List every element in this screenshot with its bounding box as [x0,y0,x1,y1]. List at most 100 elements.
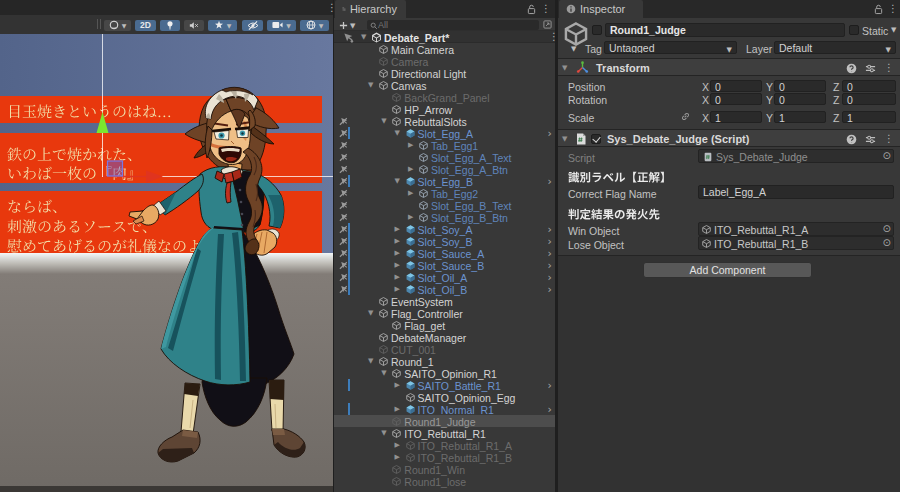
gizmos-button[interactable]: ▼ [300,20,329,32]
hierarchy-row-Slot_Egg_A_Text[interactable]: Slot_Egg_A_Text [334,151,556,163]
hierarchy-row-Flag_get[interactable]: Flag_get [334,319,556,331]
lock-icon[interactable] [527,4,536,15]
hierarchy-row-Round1_lose[interactable]: Round1_lose [334,475,556,487]
create-dropdown-arrow-icon[interactable]: ▼ [350,22,355,30]
prefab-open-chevron-icon[interactable]: › [548,272,552,283]
foldout-icon[interactable]: ▶ [408,142,413,149]
hierarchy-row-Slot_Egg_A[interactable]: ▼Slot_Egg_A› [334,127,556,139]
static-checkbox[interactable] [849,25,859,35]
prefab-open-chevron-icon[interactable]: › [548,128,552,139]
help-icon[interactable] [846,63,857,74]
add-component-button[interactable]: Add Component [643,262,812,278]
audio-mute-button[interactable] [184,20,204,32]
prefab-open-chevron-icon[interactable]: › [548,260,552,271]
foldout-icon[interactable]: ▶ [395,274,400,281]
foldout-icon[interactable]: ▼ [381,118,386,125]
transform-foldout-icon[interactable]: ▼ [562,65,567,72]
hierarchy-row-Slot_Egg_B_Btn[interactable]: ▶Slot_Egg_B_Btn [334,211,556,223]
hierarchy-row-CUT_001[interactable]: CUT_001 [334,343,556,355]
hierarchy-row-SAITO_Opinion_Egg[interactable]: SAITO_Opinion_Egg [334,391,556,403]
foldout-icon[interactable]: ▼ [395,178,400,185]
lose-object-field[interactable]: ITO_Rebuttal_R1_B ⊙ [698,236,894,250]
scale-y-field[interactable]: 1 [774,111,826,123]
active-checkbox[interactable] [592,25,602,35]
scale-link-icon[interactable] [680,111,691,122]
scene-viewport[interactable]: 目玉焼きというのはね... 鉄の上で焼かれた、 いわば一枚の『肉』 ならば、 刺… [0,34,334,492]
pick-disabled-icon[interactable] [339,249,348,258]
transform-header[interactable]: ▼ Transform ⋮ [558,58,900,76]
hierarchy-row-Slot_Oil_A[interactable]: ▶Slot_Oil_A› [334,271,556,283]
hierarchy-row-Canvas[interactable]: ▼Canvas [334,79,556,91]
hierarchy-row-HP_Arrow[interactable]: HP_Arrow [334,103,556,115]
layer-dropdown[interactable]: Default ▼ [774,41,896,54]
prefab-open-chevron-icon[interactable]: › [548,176,552,187]
hierarchy-row-Main Camera[interactable]: Main Camera [334,43,556,55]
foldout-icon[interactable]: ▼ [381,370,386,377]
foldout-icon[interactable]: ▼ [381,430,386,437]
script-enabled-checkbox[interactable] [591,134,601,144]
foldout-icon[interactable]: ▼ [368,310,373,317]
prefab-open-chevron-icon[interactable]: › [548,284,552,295]
hierarchy-scene-row[interactable]: ▼ Debate_Part* ⋮ [334,31,556,43]
hierarchy-row-SAITO_Opinion_R1[interactable]: ▼SAITO_Opinion_R1 [334,367,556,379]
object-picker-icon[interactable]: ⊙ [883,150,891,161]
hierarchy-row-Directional Light[interactable]: Directional Light [334,67,556,79]
prefab-open-chevron-icon[interactable]: › [548,248,552,259]
scene-lighting-button[interactable] [160,20,180,32]
pick-disabled-icon[interactable] [339,261,348,270]
hierarchy-row-SAITO_Battle_R1[interactable]: ▶SAITO_Battle_R1› [334,379,556,391]
tab-hierarchy[interactable]: Hierarchy [335,0,406,18]
hierarchy-row-Tab_Egg1[interactable]: ▶Tab_Egg1 [334,139,556,151]
rotation-z-field[interactable]: 0 [842,93,896,105]
tab-inspector[interactable]: Inspector [559,0,643,18]
foldout-icon[interactable]: ▶ [408,214,413,221]
hierarchy-row-ITO_Rebuttal_R1[interactable]: ▼ITO_Rebuttal_R1 [334,427,556,439]
rotation-y-field[interactable]: 0 [774,93,826,105]
object-picker-icon[interactable]: ⊙ [883,237,891,248]
2d-mode-button[interactable]: 2D [135,20,156,32]
hierarchy-row-Round_1[interactable]: ▼Round_1 [334,355,556,367]
gameobject-icon-dropdown-arrow[interactable]: ▼ [571,45,576,53]
effects-button[interactable]: ▼ [208,20,237,32]
scene-foldout-icon[interactable]: ▼ [361,34,366,41]
hierarchy-row-Slot_Egg_A_Btn[interactable]: ▶Slot_Egg_A_Btn [334,163,556,175]
hierarchy-row-Slot_Oil_B[interactable]: ▶Slot_Oil_B› [334,283,556,295]
transform-kebab-icon[interactable]: ⋮ [884,63,894,73]
prefab-open-chevron-icon[interactable]: › [548,236,552,247]
pick-disabled-icon[interactable] [339,273,348,282]
pick-disabled-icon[interactable] [339,201,348,210]
hierarchy-row-Slot_Soy_A[interactable]: ▶Slot_Soy_A› [334,223,556,235]
hierarchy-search-input[interactable]: All [367,20,539,30]
foldout-icon[interactable]: ▼ [368,82,373,89]
script-object-field[interactable]: Sys_Debate_Judge ⊙ [698,149,894,163]
pick-disabled-icon[interactable] [339,129,348,138]
pick-disabled-icon[interactable] [339,165,348,174]
hierarchy-row-ITO_Normal_R1[interactable]: ▶ITO_Normal_R1› [334,403,556,415]
hierarchy-row-Slot_Egg_B_Text[interactable]: Slot_Egg_B_Text [334,199,556,211]
hierarchy-row-Slot_Sauce_B[interactable]: ▶Slot_Sauce_B› [334,259,556,271]
pick-disabled-icon[interactable] [339,189,348,198]
presets-icon[interactable] [865,63,876,74]
prefab-open-chevron-icon[interactable]: › [548,380,552,391]
scale-x-field[interactable]: 1 [710,111,762,123]
lock-icon[interactable] [874,4,883,15]
pick-disabled-icon[interactable] [339,225,348,234]
position-z-field[interactable]: 0 [842,80,896,92]
object-picker-icon[interactable]: ⊙ [883,223,891,234]
pick-disabled-icon[interactable] [339,153,348,162]
hierarchy-row-Slot_Soy_B[interactable]: ▶Slot_Soy_B› [334,235,556,247]
inspector-menu-kebab-icon[interactable]: ⋮ [888,4,898,14]
prefab-open-chevron-icon[interactable]: › [548,224,552,235]
foldout-icon[interactable]: ▶ [395,454,400,461]
hierarchy-menu-kebab-icon[interactable]: ⋮ [541,4,551,14]
foldout-icon[interactable]: ▶ [395,406,400,413]
scale-z-field[interactable]: 1 [842,111,896,123]
hierarchy-row-Camera[interactable]: Camera [334,55,556,67]
gameobject-name-field[interactable]: Round1_Judge [605,23,845,37]
foldout-icon[interactable]: ▶ [395,226,400,233]
foldout-icon[interactable]: ▼ [368,358,373,365]
foldout-icon[interactable]: ▼ [395,130,400,137]
hierarchy-row-Tab_Egg2[interactable]: ▶Tab_Egg2 [334,187,556,199]
prefab-open-chevron-icon[interactable]: › [548,404,552,415]
scene-camera-button[interactable]: ▼ [267,20,296,32]
